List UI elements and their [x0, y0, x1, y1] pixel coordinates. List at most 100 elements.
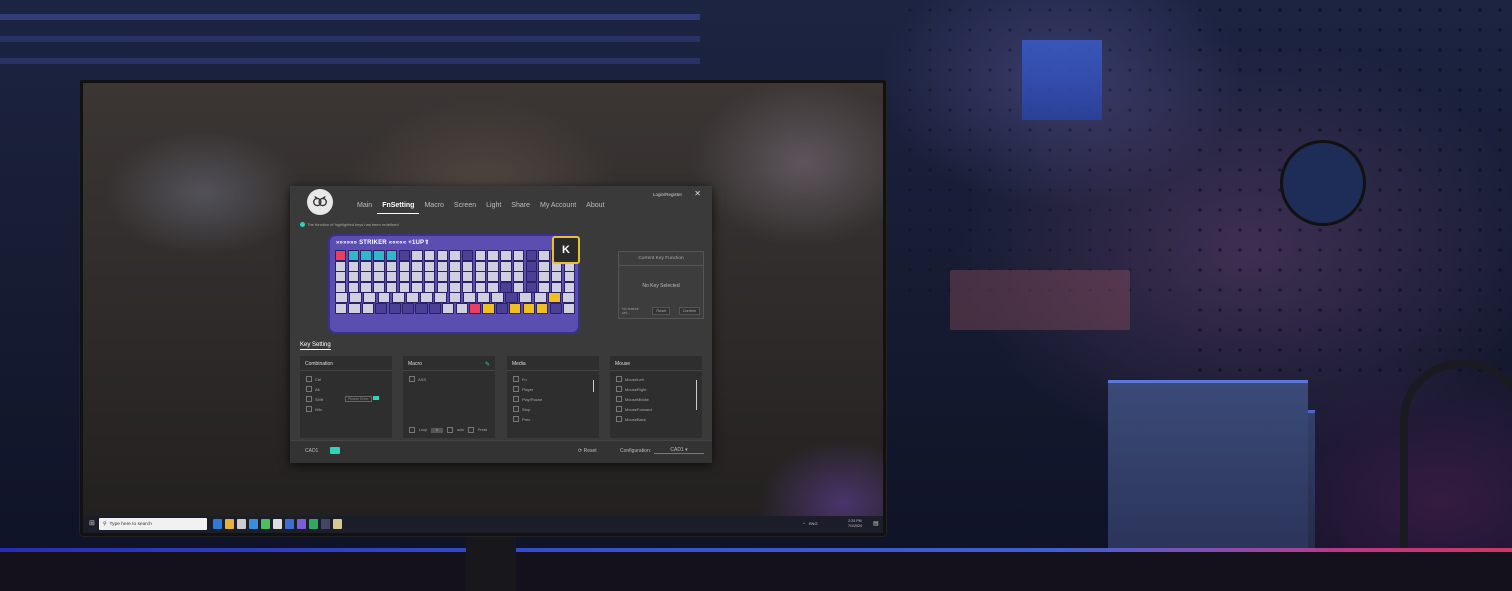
taskbar-search[interactable]: ⚲ Type here to search	[99, 518, 207, 530]
keyboard-key[interactable]	[415, 302, 428, 314]
media-option[interactable]: Prev	[513, 414, 593, 424]
keyboard-key[interactable]	[462, 281, 474, 293]
keyboard-key[interactable]	[522, 302, 535, 314]
keyboard-key[interactable]	[525, 250, 537, 261]
keyboard-key[interactable]	[361, 302, 374, 314]
keyboard-key[interactable]	[455, 302, 468, 314]
tab-about[interactable]: About	[581, 201, 609, 213]
keyboard-key[interactable]	[373, 271, 385, 283]
keyboard-key[interactable]	[349, 292, 363, 304]
knob-key-highlight[interactable]: K	[552, 236, 580, 264]
checkbox[interactable]	[616, 386, 622, 392]
checkbox[interactable]	[513, 396, 519, 402]
keyboard-key[interactable]	[436, 281, 449, 293]
keyboard-key[interactable]	[533, 292, 547, 304]
keyboard-key[interactable]	[449, 271, 461, 283]
keyboard-key[interactable]	[423, 271, 436, 283]
keyboard-key[interactable]	[423, 260, 436, 272]
combination-key-input[interactable]: Please Enter	[345, 396, 372, 402]
checkbox[interactable]	[513, 406, 519, 412]
keyboard-key[interactable]	[436, 271, 449, 283]
keyboard-key[interactable]	[398, 281, 410, 293]
keyboard-key[interactable]	[348, 302, 361, 314]
combination-option-alt[interactable]: Alt	[306, 384, 386, 394]
reset-key-button[interactable]: Reset	[652, 307, 671, 315]
keyboard-key[interactable]	[373, 260, 385, 272]
media-option[interactable]: Stop	[513, 404, 593, 414]
combination-option-win[interactable]: Win	[306, 404, 386, 414]
tab-share[interactable]: Share	[506, 201, 535, 213]
auto-checkbox[interactable]	[447, 427, 453, 433]
keyboard-key[interactable]	[411, 260, 423, 272]
keyboard-key[interactable]	[536, 302, 549, 314]
mouse-option[interactable]: MouseMiddle	[616, 394, 696, 404]
keyboard-key[interactable]	[538, 250, 550, 261]
tab-my-account[interactable]: My Account	[535, 201, 581, 213]
app-icon[interactable]	[321, 519, 330, 529]
mouse-option[interactable]: MouseLeft	[616, 374, 696, 384]
checkbox[interactable]	[616, 406, 622, 412]
settings-icon[interactable]	[273, 519, 282, 529]
keyboard-key[interactable]	[373, 281, 385, 293]
keyboard-key[interactable]	[436, 250, 449, 261]
keyboard-key[interactable]	[411, 271, 423, 283]
checkbox[interactable]	[513, 416, 519, 422]
keyboard-key[interactable]	[388, 302, 401, 314]
keyboard-key[interactable]	[550, 281, 563, 293]
keyboard-key[interactable]	[512, 260, 525, 272]
mouse-option[interactable]: MouseRight	[616, 384, 696, 394]
app-icon[interactable]	[285, 519, 294, 529]
checkbox[interactable]	[306, 406, 312, 412]
keyboard-key[interactable]	[449, 250, 461, 261]
keyboard-key[interactable]	[525, 271, 537, 283]
configuration-select[interactable]: CAD1 ▾	[654, 447, 704, 454]
keyboard-key[interactable]	[525, 281, 537, 293]
keyboard-key[interactable]	[500, 250, 512, 261]
keyboard-key[interactable]	[547, 292, 561, 304]
keyboard-key[interactable]	[462, 271, 474, 283]
keyboard-key[interactable]	[375, 302, 388, 314]
keyboard-key[interactable]	[562, 292, 575, 304]
checkbox[interactable]	[306, 376, 312, 382]
taskbar-clock[interactable]: 2:25 PM 7/1/2024	[848, 519, 862, 529]
keyboard-key[interactable]	[398, 250, 410, 261]
keyboard-key[interactable]	[405, 292, 419, 304]
keyboard-key[interactable]	[462, 260, 474, 272]
press-checkbox[interactable]	[468, 427, 474, 433]
keyboard-key[interactable]	[385, 281, 398, 293]
keyboard-key[interactable]	[442, 302, 455, 314]
keyboard-key[interactable]	[462, 250, 474, 261]
keyboard-key[interactable]	[474, 271, 487, 283]
checkbox[interactable]	[306, 386, 312, 392]
keyboard-key[interactable]	[495, 302, 508, 314]
keyboard-key[interactable]	[335, 292, 348, 304]
keyboard-key[interactable]	[360, 260, 372, 272]
keyboard-key[interactable]	[538, 260, 550, 272]
media-option[interactable]: Fn	[513, 374, 593, 384]
app-icon[interactable]	[297, 519, 306, 529]
edge-icon[interactable]	[213, 519, 222, 529]
keyboard-key[interactable]	[462, 292, 476, 304]
keyboard-key[interactable]	[549, 302, 562, 314]
keyboard-key[interactable]	[402, 302, 415, 314]
keyboard-key[interactable]	[335, 250, 347, 261]
keyboard-key[interactable]	[474, 260, 487, 272]
keyboard-key[interactable]	[411, 281, 423, 293]
keyboard-key[interactable]	[538, 281, 550, 293]
tray-chevron-icon[interactable]: ^	[803, 521, 805, 526]
checkbox[interactable]	[616, 396, 622, 402]
keyboard-key[interactable]	[335, 302, 348, 314]
keyboard-key[interactable]	[398, 260, 410, 272]
keyboard-key[interactable]	[420, 292, 434, 304]
tab-screen[interactable]: Screen	[449, 201, 481, 213]
mouse-scrollbar[interactable]	[696, 380, 697, 410]
macro-option[interactable]: ASS	[409, 374, 489, 384]
keyboard-key[interactable]	[550, 271, 563, 283]
mouse-option[interactable]: MouseForward	[616, 404, 696, 414]
keyboard-key[interactable]	[505, 292, 519, 304]
checkbox[interactable]	[616, 376, 622, 382]
close-icon[interactable]: ✕	[694, 189, 701, 198]
checkbox[interactable]	[513, 376, 519, 382]
keyboard-key[interactable]	[500, 260, 512, 272]
keyboard-key[interactable]	[562, 302, 576, 314]
